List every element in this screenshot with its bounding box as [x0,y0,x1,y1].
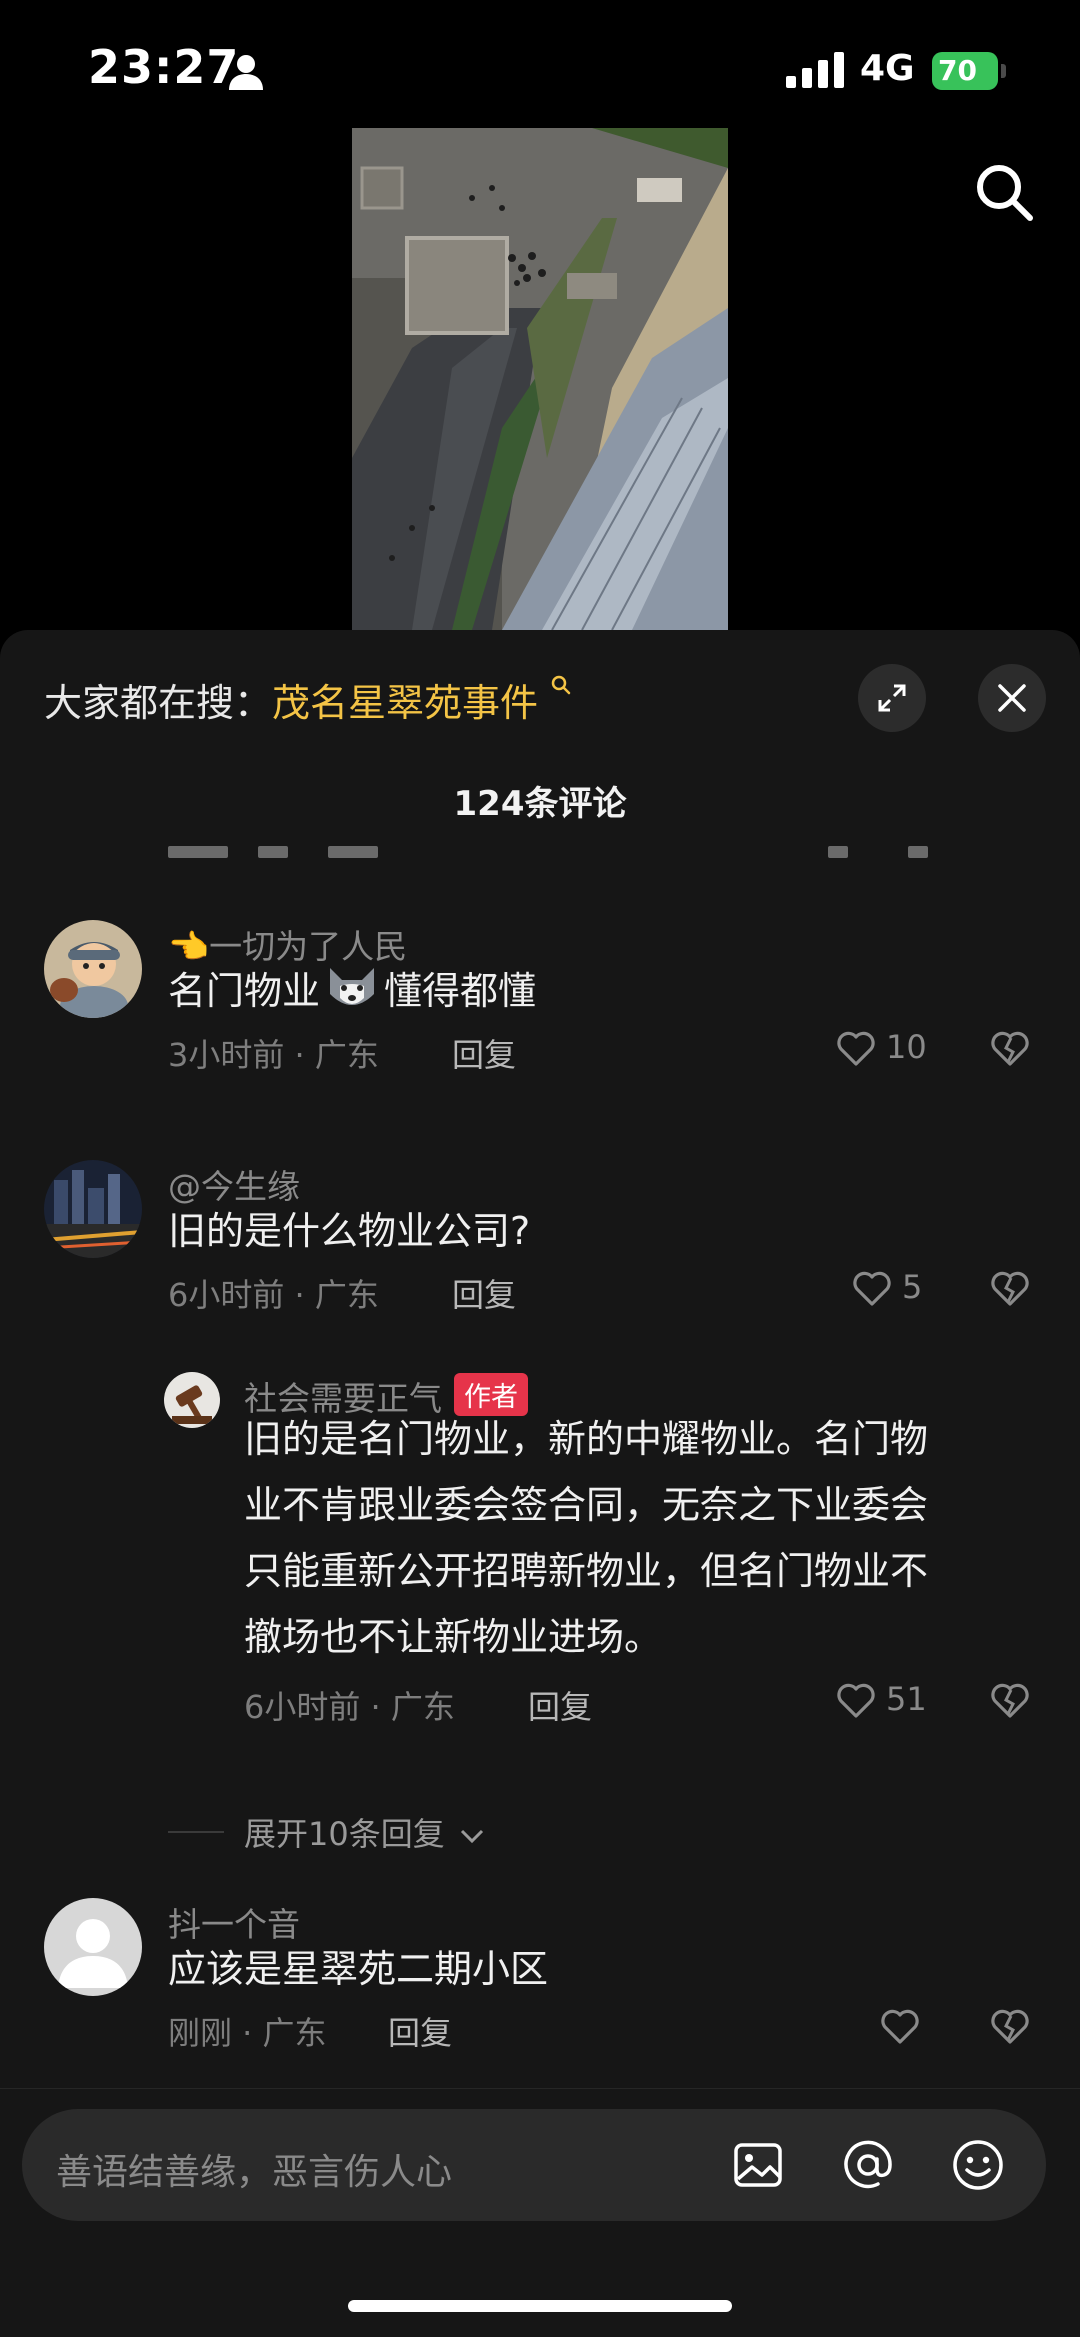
husky-emoji-icon [330,968,375,1005]
like-count: 51 [886,1680,927,1718]
comment-input-bar: 善语结善缘，恶言伤人心 [0,2088,1080,2337]
avatar[interactable] [44,1160,142,1258]
status-bar: 23:27 4G 70 [0,0,1080,130]
reply-item: 社会需要正气 作者 旧的是名门物业，新的中耀物业。名门物 业不肯跟业委会签合同，无… [0,1372,1080,1726]
comment-meta: 刚刚 · 广东 [168,2014,327,2052]
at-icon[interactable] [840,2137,896,2193]
dislike-heart-icon [991,1271,1029,1306]
comment-input[interactable]: 善语结善缘，恶言伤人心 [22,2109,1046,2221]
partial-comment-row [168,842,1028,858]
dislike-button[interactable] [988,1678,1032,1722]
dislike-heart-icon [991,1683,1029,1718]
expand-replies-button[interactable]: 展开10条回复 [244,1809,485,1855]
expand-icon [878,684,906,712]
expand-divider [168,1831,224,1833]
comment-text: 旧的是什么物业公司? [168,1209,531,1253]
battery-level: 70 [938,54,977,87]
comment-count: 124条评论 [453,784,627,824]
avatar[interactable] [44,1898,142,1996]
hot-search-bar[interactable]: 大家都在搜：茂名星翠苑事件 [44,672,572,727]
comment-sheet: 大家都在搜：茂名星翠苑事件 124条评论 👈一切为了人民 名门物业 懂得都懂 3… [0,630,1080,2337]
like-button[interactable] [878,2004,922,2048]
network-type: 4G [860,48,915,89]
person-icon [229,55,263,90]
comment-item: 抖一个音 应该是星翠苑二期小区 刚刚 · 广东 回复 [0,1898,1080,2058]
avatar[interactable] [164,1372,220,1428]
dislike-heart-icon [991,2009,1029,2044]
dislike-button[interactable] [988,1266,1032,1310]
expand-button[interactable] [858,664,926,732]
emoji-icon[interactable] [950,2137,1006,2193]
dislike-heart-icon [991,1031,1029,1066]
hot-search-label: 大家都在搜： [44,681,273,725]
comment-text: 旧的是名门物业，新的中耀物业。名门物 业不肯跟业委会签合同，无奈之下业委会 只能… [244,1417,929,1659]
dislike-button[interactable] [988,1026,1032,1070]
hot-search-keyword[interactable]: 茂名星翠苑事件 [272,681,538,725]
aerial-scene-image [352,128,728,630]
comment-input-placeholder: 善语结善缘，恶言伤人心 [56,2152,453,2193]
like-count: 10 [886,1028,927,1066]
home-indicator[interactable] [348,2300,732,2312]
search-icon [551,675,571,695]
heart-icon [881,2009,919,2044]
status-time: 23:27 [88,40,240,94]
heart-icon [837,1683,875,1718]
chevron-down-icon [460,1829,483,1844]
heart-icon [837,1031,875,1066]
reply-button[interactable]: 回复 [452,1270,516,1316]
comment-text: 应该是星翠苑二期小区 [168,1947,549,1991]
battery-indicator: 70 [932,52,1006,90]
comment-text: 名门物业 懂得都懂 [168,958,536,1024]
video-frame[interactable] [352,128,728,630]
signal-icon [786,52,844,88]
reply-button[interactable]: 回复 [388,2008,452,2054]
dislike-button[interactable] [988,2004,1032,2048]
reply-button[interactable]: 回复 [528,1682,592,1728]
reply-button[interactable]: 回复 [452,1030,516,1076]
comment-meta: 3小时前 · 广东 [168,1036,379,1074]
search-icon[interactable] [972,160,1036,224]
image-icon[interactable] [730,2137,786,2193]
avatar[interactable] [44,920,142,1018]
close-button[interactable] [978,664,1046,732]
comment-item: 👈一切为了人民 名门物业 懂得都懂 3小时前 · 广东 回复 10 [0,920,1080,1080]
comment-meta: 6小时前 · 广东 [244,1688,455,1726]
like-count: 5 [902,1268,923,1306]
comment-meta: 6小时前 · 广东 [168,1276,379,1314]
heart-icon [853,1271,891,1306]
comment-item: @今生缘 旧的是什么物业公司? 6小时前 · 广东 回复 5 [0,1160,1080,1320]
close-icon [998,684,1026,712]
